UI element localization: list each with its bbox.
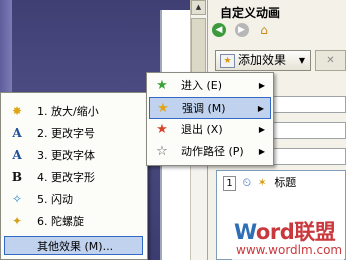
forward-arrow-icon[interactable]: ▶	[234, 23, 249, 37]
grow-shrink-icon: ✸	[11, 104, 23, 118]
watermark: Word联盟 www.wordlm.com	[232, 216, 344, 260]
mouse-click-icon: ⏲	[242, 176, 252, 189]
change-font-style-icon: B	[11, 170, 23, 184]
submenu-arrow-icon: ▶	[258, 147, 265, 156]
menu-item-change-font-size[interactable]: A 2. 更改字号	[3, 124, 145, 143]
watermark-url: www.wordlm.com	[236, 243, 343, 257]
motion-path-star-icon: ☆	[156, 144, 168, 159]
submenu-arrow-icon: ▶	[258, 81, 265, 90]
animation-order-number: 1	[223, 176, 236, 191]
entrance-star-icon: ★	[156, 78, 168, 93]
submenu-arrow-icon: ▶	[257, 104, 264, 113]
back-arrow-icon[interactable]: ◀	[212, 23, 226, 37]
menu-item-flicker[interactable]: ✧ 5. 闪动	[3, 190, 145, 209]
menu-item-change-font[interactable]: A 3. 更改字体	[3, 146, 145, 165]
watermark-logo: Word联盟	[234, 220, 336, 244]
scroll-up-arrow-icon[interactable]: ▲	[191, 0, 206, 15]
emphasis-effect-icon: ✶	[257, 176, 267, 189]
change-font-icon: A	[12, 148, 22, 162]
pane-nav-toolbar: ◀ ▶ ⌂	[212, 23, 276, 41]
add-effect-button[interactable]: ★ 添加效果 ▼	[215, 50, 311, 71]
menu-item-motion-path[interactable]: ☆ 动作路径 (P) ▶	[149, 141, 271, 163]
home-icon[interactable]: ⌂	[257, 23, 271, 37]
emphasis-submenu: ✸ 1. 放大/缩小 A 2. 更改字号 A 3. 更改字体 B 4. 更改字形…	[0, 92, 148, 260]
menu-item-exit[interactable]: ★ 退出 (X) ▶	[149, 119, 271, 141]
menu-item-grow-shrink[interactable]: ✸ 1. 放大/缩小	[3, 102, 145, 121]
add-effect-star-icon: ★	[220, 54, 235, 68]
more-effects-label: 其他效果 (M)...	[37, 240, 114, 253]
submenu-arrow-icon: ▶	[258, 125, 265, 134]
x-icon: ✕	[326, 55, 335, 66]
menu-item-entrance[interactable]: ★ 进入 (E) ▶	[149, 75, 271, 97]
flicker-icon: ✧	[11, 192, 23, 206]
menu-item-emphasis[interactable]: ★ 强调 (M) ▶	[149, 97, 271, 119]
scrollbar-thumb[interactable]	[191, 18, 206, 78]
menu-item-change-font-style[interactable]: B 4. 更改字形	[3, 168, 145, 187]
add-effect-label: 添加效果	[238, 53, 287, 67]
change-font-size-icon: A	[12, 126, 22, 140]
add-effect-menu: ★ 进入 (E) ▶ ★ 强调 (M) ▶ ★ 退出 (X) ▶ ☆ 动作路径 …	[146, 72, 274, 166]
remove-effect-button[interactable]: ✕	[315, 50, 346, 71]
spin-icon: ✦	[11, 214, 23, 228]
exit-star-icon: ★	[156, 122, 168, 137]
menu-item-spin[interactable]: ✦ 6. 陀螺旋	[3, 212, 145, 231]
list-item[interactable]: 1 ⏲ ✶ 标题	[223, 175, 296, 191]
pane-title: 自定义动画	[220, 6, 281, 20]
chevron-down-icon: ▼	[298, 56, 305, 65]
more-effects-menu-item[interactable]: 其他效果 (M)...	[4, 236, 143, 255]
animation-item-name: 标题	[274, 176, 297, 189]
emphasis-star-icon: ★	[157, 101, 169, 116]
